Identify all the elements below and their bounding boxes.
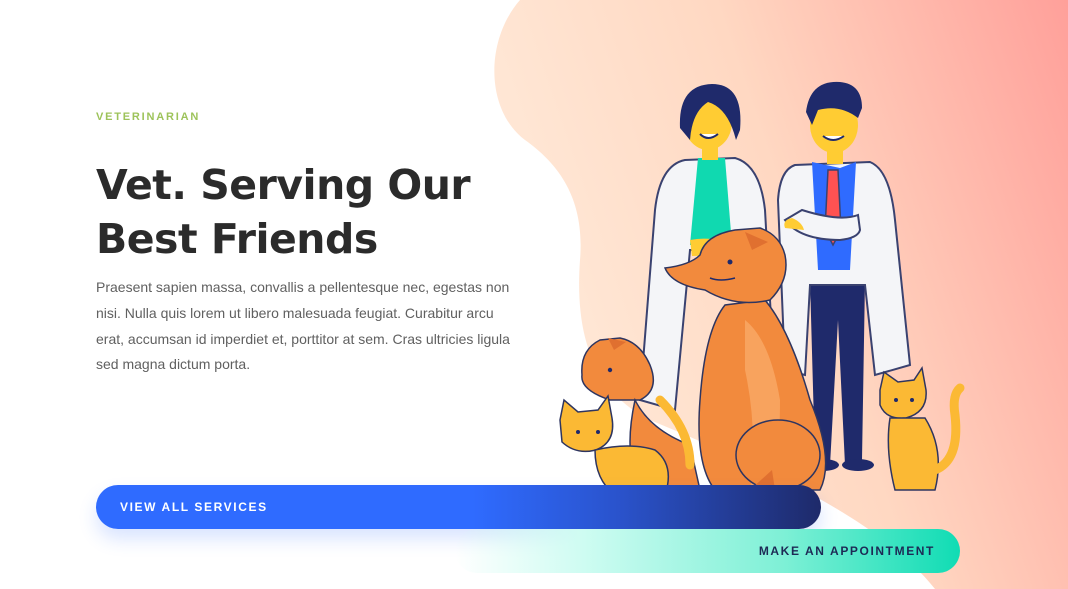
view-all-services-button[interactable]: VIEW ALL SERVICES <box>96 485 821 529</box>
hero-description: Praesent sapien massa, convallis a pelle… <box>96 279 510 373</box>
cat-right-icon <box>879 366 965 491</box>
page-title: Vet. Serving Our Best Friends <box>96 161 471 263</box>
make-appointment-button[interactable]: MAKE AN APPOINTMENT <box>455 529 960 573</box>
vet-illustration <box>559 81 965 496</box>
eyebrow-label: VETERINARIAN <box>96 111 201 123</box>
